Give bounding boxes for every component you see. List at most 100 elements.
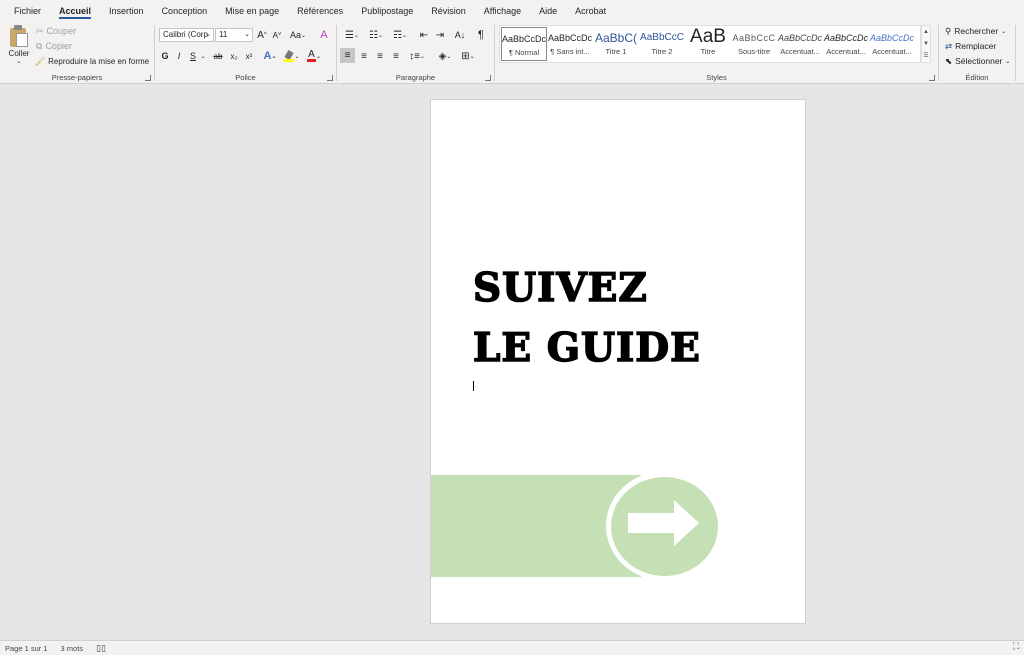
- justify-icon: ≡: [393, 50, 399, 62]
- increase-indent-icon: ⇥: [435, 29, 445, 41]
- page-count[interactable]: Page 1 sur 1: [5, 644, 48, 653]
- status-bar: Page 1 sur 1 3 mots ▯▯: [0, 640, 1024, 655]
- paragraph-group: ☰ ⌄ ☷ ⌄ ☶ ⌄ ⇤ ⇥ A↓ ¶ ≡ ≡ ≡ ≡ ↕≡ ⌄ ◈ ⌄ ⊞ ⌄ Para…: [337, 22, 494, 84]
- editing-group-label: Édition: [965, 73, 989, 82]
- align-center-icon: ≡: [361, 50, 367, 62]
- copy-icon: ⧉: [36, 40, 43, 51]
- clipboard-launcher[interactable]: [145, 75, 151, 81]
- show-marks-button[interactable]: ¶: [474, 28, 488, 42]
- grow-font-label: A: [257, 29, 264, 41]
- decrease-indent-button[interactable]: ⇤: [417, 28, 431, 42]
- line-spacing-icon: ↕≡: [409, 50, 420, 62]
- paint-bucket-icon: ◈: [438, 50, 447, 62]
- highlight-button[interactable]: ⌄: [283, 49, 301, 63]
- paste-button[interactable]: Coller ⌄: [4, 24, 34, 68]
- read-mode-icon[interactable]: ▯▯: [96, 643, 106, 654]
- chevron-down-icon: ⌄: [244, 31, 250, 38]
- font-family-value: Calibri (Corp: [163, 30, 208, 39]
- copy-label: Copier: [45, 41, 72, 51]
- tab-references[interactable]: Références: [288, 0, 352, 22]
- change-case-button[interactable]: Aa ⌄: [288, 28, 308, 42]
- align-left-button[interactable]: ≡: [340, 48, 355, 63]
- paste-icon: [8, 24, 30, 48]
- tab-accueil[interactable]: Accueil: [50, 0, 100, 22]
- shrink-font-button[interactable]: A ˅: [270, 28, 284, 42]
- numbering-icon: ☷: [369, 29, 378, 41]
- clipboard-group-label: Presse-papiers: [51, 73, 103, 82]
- change-case-label: Aa: [289, 30, 301, 40]
- ribbon-tabs: Fichier Accueil Insertion Conception Mis…: [0, 0, 1024, 22]
- font-color-button[interactable]: A ⌄: [305, 49, 323, 63]
- clipboard-group: Coller ⌄ ✂ Couper ⧉ Copier 🖌 Reproduire …: [0, 22, 154, 84]
- borders-button[interactable]: ⊞ ⌄: [458, 49, 478, 63]
- tab-mise-en-page[interactable]: Mise en page: [216, 0, 288, 22]
- bullets-icon: ☰: [345, 29, 354, 41]
- sort-button[interactable]: A↓: [452, 28, 468, 42]
- format-painter-label: Reproduire la mise en forme: [48, 56, 150, 66]
- font-group: Calibri (Corp ⌄ 11 ⌄ A ^ A ˅ Aa ⌄ A G I S ⌄…: [155, 22, 336, 84]
- strikethrough-button[interactable]: ab: [211, 49, 225, 63]
- text-cursor: [473, 381, 474, 391]
- cut-label: Couper: [46, 26, 77, 36]
- tab-affichage[interactable]: Affichage: [475, 0, 530, 22]
- font-size-combo[interactable]: 11 ⌄: [215, 28, 253, 42]
- align-left-icon: ≡: [344, 50, 351, 61]
- styles-group-label: Styles: [706, 73, 727, 82]
- document-page[interactable]: SUIVEZ LE GUIDE: [430, 99, 806, 624]
- cut-button[interactable]: ✂ Couper: [36, 24, 76, 38]
- clear-format-icon[interactable]: A: [317, 28, 331, 42]
- italic-button[interactable]: I: [173, 49, 185, 63]
- align-right-icon: ≡: [377, 50, 383, 62]
- subscript-button[interactable]: x₂: [228, 49, 240, 63]
- tab-revision[interactable]: Révision: [422, 0, 475, 22]
- format-painter-icon: 🖌: [35, 56, 46, 66]
- multilevel-list-icon: ☶: [393, 29, 402, 41]
- shading-button[interactable]: ◈ ⌄: [435, 49, 455, 63]
- title-line-1: SUIVEZ: [472, 264, 648, 312]
- line-spacing-button[interactable]: ↕≡ ⌄: [407, 49, 427, 63]
- multilevel-button[interactable]: ☶ ⌄: [389, 28, 411, 42]
- tab-acrobat[interactable]: Acrobat: [566, 0, 615, 22]
- ribbon: Coller ⌄ ✂ Couper ⧉ Copier 🖌 Reproduire …: [0, 22, 1024, 84]
- cut-icon: ✂: [36, 25, 44, 36]
- highlighter-icon: [284, 49, 295, 62]
- tab-fichier[interactable]: Fichier: [5, 0, 50, 22]
- separator: [1015, 25, 1016, 81]
- title-line-2: LE GUIDE: [472, 324, 701, 372]
- grow-font-button[interactable]: A ^: [255, 28, 269, 42]
- tab-aide[interactable]: Aide: [530, 0, 566, 22]
- font-launcher[interactable]: [327, 75, 333, 81]
- decrease-indent-icon: ⇤: [419, 29, 429, 41]
- numbering-button[interactable]: ☷ ⌄: [365, 28, 387, 42]
- tab-conception[interactable]: Conception: [153, 0, 217, 22]
- chevron-down-icon: ⌄: [205, 31, 211, 38]
- tab-insertion[interactable]: Insertion: [100, 0, 153, 22]
- tab-publipostage[interactable]: Publipostage: [352, 0, 422, 22]
- sort-icon: A↓: [454, 30, 466, 40]
- font-group-label: Police: [235, 73, 256, 82]
- copy-button[interactable]: ⧉ Copier: [36, 39, 72, 53]
- superscript-button[interactable]: x²: [243, 49, 255, 63]
- arrow-right-icon: [628, 500, 699, 546]
- format-painter-button[interactable]: 🖌 Reproduire la mise en forme: [35, 54, 149, 68]
- underline-button[interactable]: S: [187, 49, 199, 63]
- font-family-combo[interactable]: Calibri (Corp ⌄: [159, 28, 214, 42]
- styles-group: Styles: [495, 22, 938, 84]
- paste-label: Coller: [8, 49, 30, 58]
- text-effects-button[interactable]: A ⌄: [261, 49, 279, 63]
- bold-button[interactable]: G: [159, 49, 171, 63]
- align-right-button[interactable]: ≡: [373, 49, 387, 63]
- focus-mode-icon[interactable]: ⛶: [1013, 641, 1019, 652]
- paragraph-launcher[interactable]: [485, 75, 491, 81]
- editing-group: Édition: [939, 22, 1015, 84]
- paragraph-group-label: Paragraphe: [395, 73, 436, 82]
- bullets-button[interactable]: ☰ ⌄: [341, 28, 363, 42]
- word-count[interactable]: 3 mots: [61, 644, 84, 653]
- font-color-icon: A: [306, 49, 316, 62]
- chevron-down-icon[interactable]: ⌄: [199, 49, 207, 63]
- chevron-down-icon: ⌄: [16, 59, 22, 65]
- increase-indent-button[interactable]: ⇥: [433, 28, 447, 42]
- justify-button[interactable]: ≡: [389, 49, 403, 63]
- styles-launcher[interactable]: [929, 75, 935, 81]
- align-center-button[interactable]: ≡: [357, 49, 371, 63]
